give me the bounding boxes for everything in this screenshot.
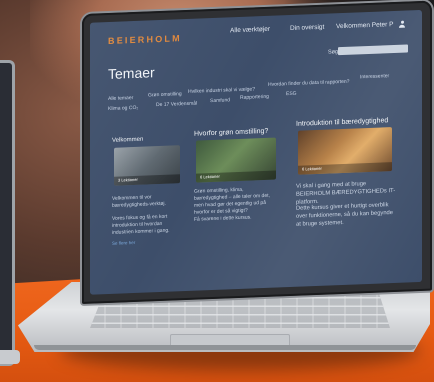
- search-input[interactable]: [338, 44, 408, 56]
- laptop-lid: BEIERHOLM Alle værktøjer Din oversigt Ve…: [82, 0, 432, 305]
- course-description: Vores fokus og få en kort introduktion t…: [112, 213, 170, 236]
- nav-all-tools[interactable]: Alle værktøjer: [230, 26, 270, 35]
- course-card-welcome[interactable]: 3 Lektioner: [114, 145, 180, 186]
- laptop-screen: BEIERHOLM Alle værktøjer Din oversigt Ve…: [90, 9, 422, 295]
- topic-link[interactable]: ESG: [286, 91, 297, 97]
- brand-logo[interactable]: BEIERHOLM: [108, 33, 182, 46]
- see-more-link[interactable]: Se flere her: [112, 239, 135, 247]
- course-title-sustainability-intro[interactable]: Introduktion til bæredygtighed: [296, 117, 388, 128]
- course-title-green-transition[interactable]: Hvorfor grøn omstilling?: [194, 128, 268, 138]
- topic-link[interactable]: Samfund: [210, 97, 230, 104]
- topic-link[interactable]: Grøn omstilling: [148, 91, 182, 98]
- topic-link[interactable]: De 17 Verdensmål: [156, 101, 197, 109]
- user-icon[interactable]: [399, 20, 405, 28]
- second-device-base: [0, 350, 20, 364]
- topic-link[interactable]: Hvilken industri skal vi vælge?: [188, 86, 255, 95]
- topic-link[interactable]: Klima og CO₂: [108, 105, 138, 112]
- page-title: Temaer: [108, 64, 155, 83]
- topic-link[interactable]: Rapportering: [240, 94, 269, 101]
- topic-link[interactable]: Alle temaer: [108, 95, 133, 102]
- lesson-count: 3 Lektioner: [118, 176, 138, 183]
- second-device: [0, 60, 15, 366]
- course-description: Dette kursus giver et hurtigt overblik o…: [296, 202, 394, 228]
- search-label: Søg: [328, 49, 339, 56]
- course-title-welcome[interactable]: Velkommen: [112, 137, 143, 144]
- topic-link[interactable]: Hvordan finder du data til rapporten?: [268, 79, 349, 88]
- course-card-green-transition[interactable]: 6 Lektioner: [196, 137, 276, 183]
- laptop-base-edge: [34, 345, 416, 350]
- photo-scene: BEIERHOLM Alle værktøjer Din oversigt Ve…: [0, 0, 434, 382]
- lesson-count: 6 Lektioner: [200, 173, 220, 180]
- course-card-sustainability-intro[interactable]: 6 Lektioner: [298, 127, 392, 175]
- nav-overview[interactable]: Din oversigt: [290, 24, 324, 32]
- topic-link[interactable]: Interessenter: [360, 73, 389, 80]
- lesson-count: 6 Lektioner: [302, 165, 322, 172]
- course-description: Velkommen til vor bæredygtigheds-verktøj…: [112, 194, 166, 209]
- nav-user-greeting[interactable]: Velkommen Peter P: [336, 21, 393, 30]
- course-description: Grøn omstilling, klima, bæredygtighed – …: [194, 186, 270, 216]
